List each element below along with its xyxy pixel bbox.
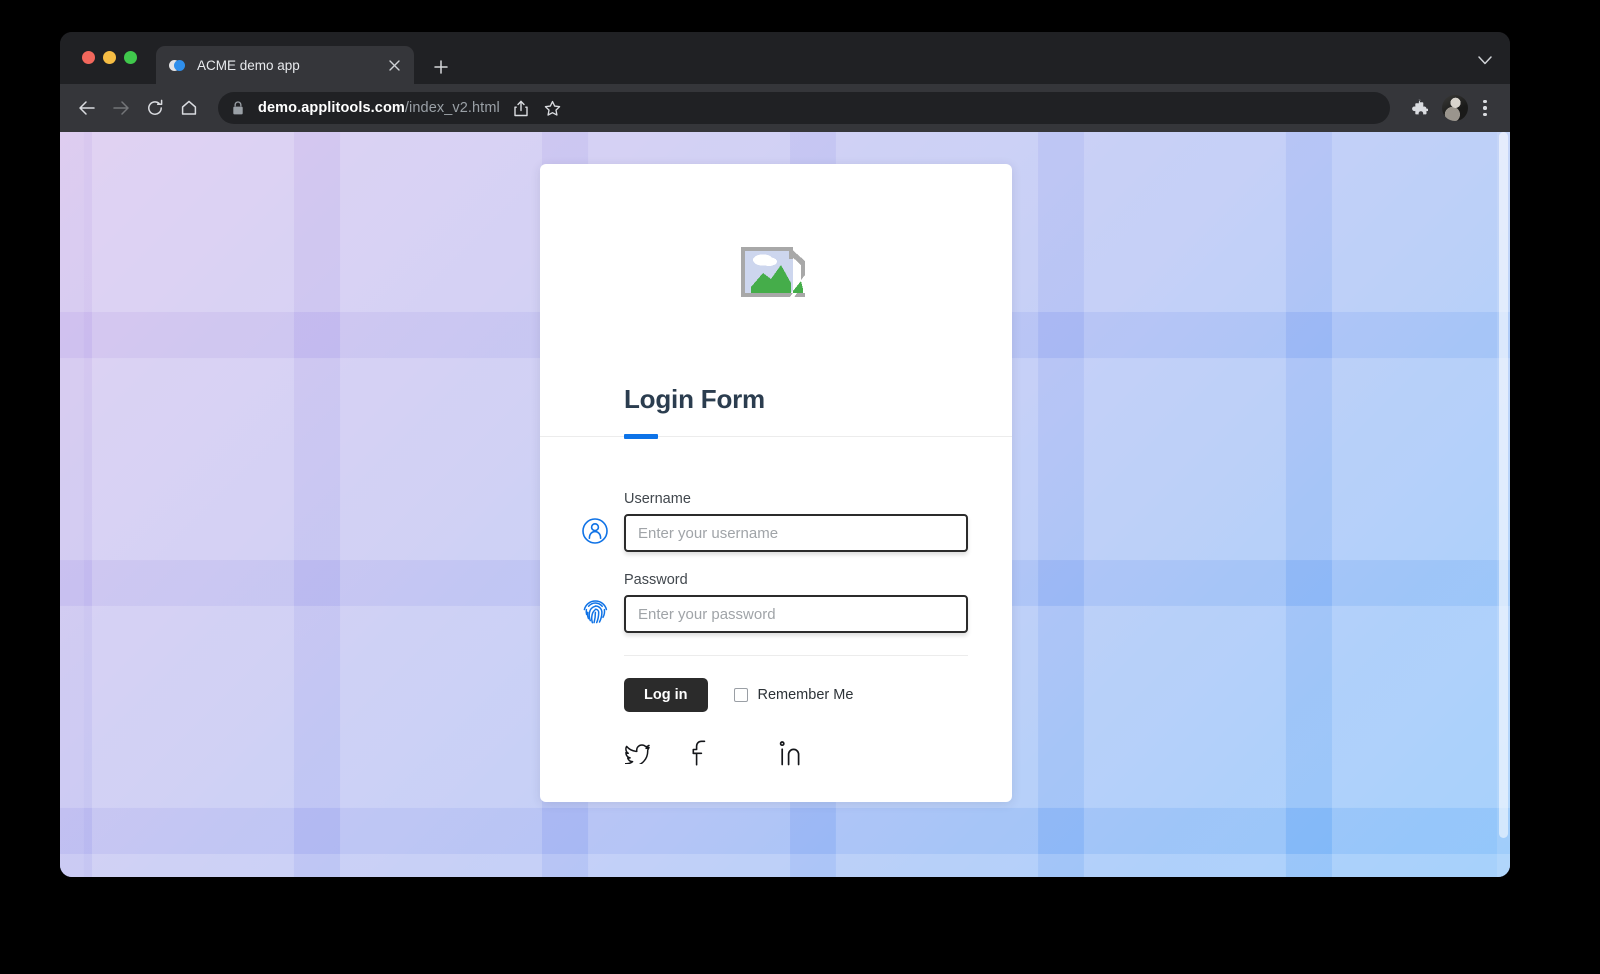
twitter-icon[interactable]	[624, 740, 650, 766]
card-divider	[540, 436, 1012, 437]
arrow-right-icon[interactable]	[104, 91, 138, 125]
browser-toolbar: demo.applitools.com/index_v2.html	[60, 84, 1510, 132]
password-label: Password	[624, 572, 688, 588]
browser-tab-title: ACME demo app	[197, 57, 300, 73]
browser-tab[interactable]: ACME demo app	[156, 46, 414, 84]
password-field-row: Password	[540, 572, 1012, 633]
social-links	[540, 712, 1012, 802]
three-dots-icon[interactable]	[1470, 91, 1500, 125]
profile-avatar[interactable]	[1442, 95, 1468, 121]
reload-icon[interactable]	[138, 91, 172, 125]
login-card: Login Form Username Enter your username …	[540, 164, 1012, 802]
arrow-left-icon[interactable]	[70, 91, 104, 125]
broken-image-icon	[741, 247, 813, 307]
linkedin-icon[interactable]	[778, 740, 802, 766]
username-label: Username	[624, 491, 691, 507]
address-bar-host: demo.applitools.com	[258, 100, 405, 116]
star-icon[interactable]	[538, 93, 568, 123]
window-maximize-button[interactable]	[124, 51, 137, 64]
address-bar-path: /index_v2.html	[404, 100, 500, 116]
page-title: Login Form	[624, 384, 765, 414]
remember-me-label: Remember Me	[757, 687, 854, 703]
window-close-button[interactable]	[82, 51, 95, 64]
username-input[interactable]	[624, 514, 968, 552]
home-icon[interactable]	[172, 91, 206, 125]
card-logo-area	[540, 164, 1012, 386]
fingerprint-icon	[580, 597, 610, 627]
title-accent-bar	[624, 434, 658, 439]
page-viewport: Login Form Username Enter your username …	[60, 132, 1510, 877]
address-bar-url: demo.applitools.com/index_v2.html	[258, 100, 500, 116]
facebook-icon[interactable]	[686, 740, 712, 766]
user-circle-icon	[580, 516, 610, 546]
remember-me-group[interactable]: Remember Me	[733, 687, 854, 703]
address-bar[interactable]: demo.applitools.com/index_v2.html	[218, 92, 1390, 124]
password-input[interactable]	[624, 595, 968, 633]
new-tab-button[interactable]	[428, 54, 454, 80]
login-button[interactable]: Log in	[624, 678, 708, 712]
remember-me-checkbox[interactable]	[733, 688, 748, 702]
browser-window: ACME demo app demo.applitools.com/index_…	[60, 32, 1510, 877]
page-scrollbar-thumb[interactable]	[1499, 132, 1508, 838]
title-underline	[540, 434, 1012, 439]
chevron-down-icon[interactable]	[1478, 56, 1492, 65]
tab-strip: ACME demo app	[60, 32, 1510, 84]
share-icon[interactable]	[506, 93, 536, 123]
close-icon[interactable]	[384, 55, 404, 75]
form-actions: Log in Remember Me	[540, 656, 1012, 712]
login-form: Username Enter your username Password Lo…	[540, 439, 1012, 802]
lock-icon	[232, 101, 246, 115]
window-traffic-lights	[82, 51, 137, 64]
window-minimize-button[interactable]	[103, 51, 116, 64]
puzzle-piece-icon[interactable]	[1402, 91, 1436, 125]
page-scrollbar[interactable]	[1497, 132, 1510, 877]
username-field-row: Username	[540, 491, 1012, 552]
two-circles-icon	[169, 57, 186, 74]
